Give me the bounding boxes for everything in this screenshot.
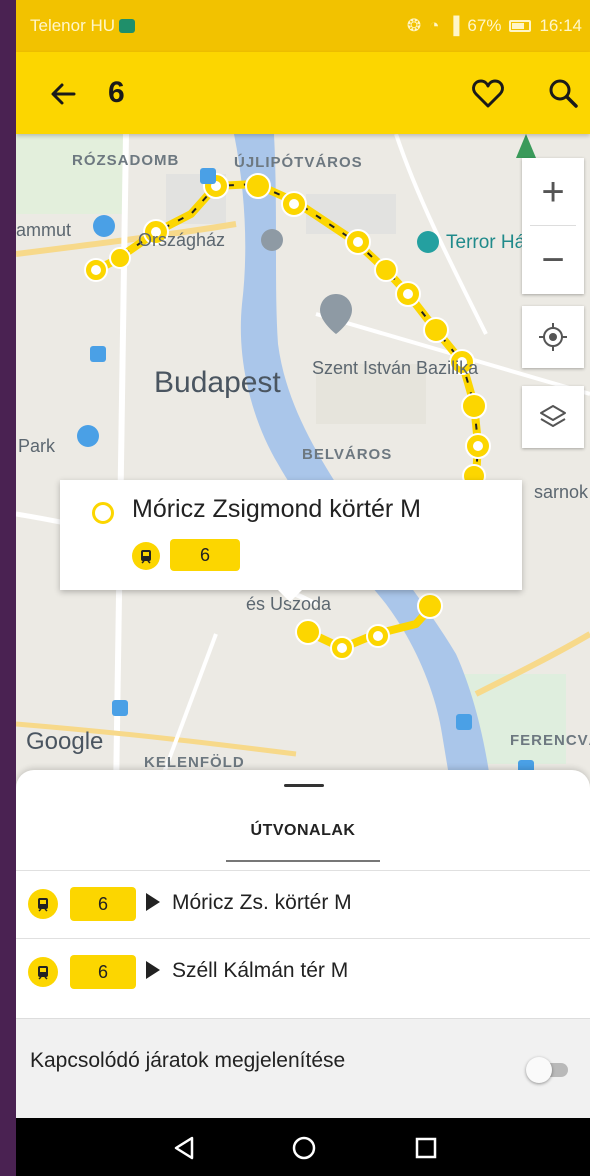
clock: 16:14 xyxy=(539,16,582,35)
back-arrow-icon[interactable] xyxy=(44,74,84,114)
line-badge: 6 xyxy=(70,887,136,921)
battery-percent: 67% xyxy=(467,16,502,35)
carrier-label: Telenor HU xyxy=(30,16,136,36)
wifi-icon: ◔ xyxy=(429,16,440,35)
screenshot-frame: Telenor HU ❂ ◔ ▐ 67% 16:14 6 RÓZSADOMB Ú… xyxy=(0,0,590,1176)
connections-toggle-row[interactable]: Kapcsolódó járatok megjelenítése xyxy=(16,1018,590,1118)
map-label-orszaghaz: Országház xyxy=(138,230,226,250)
sheet-handle[interactable] xyxy=(284,784,324,787)
sim-icon xyxy=(119,19,136,33)
route-destination: Móricz Zs. körtér M xyxy=(172,891,352,914)
map-label-mammut: ammut xyxy=(16,220,72,240)
line-badge: 6 xyxy=(70,955,136,989)
google-logo: Google xyxy=(26,728,104,755)
direction-arrow-icon xyxy=(146,961,160,979)
map-label-bazilika: Szent István Bazilika xyxy=(312,358,479,378)
route-item[interactable]: 6 Széll Kálmán tér M xyxy=(16,938,590,1006)
toggle-knob[interactable] xyxy=(526,1057,552,1083)
map-label-kelenfold: KELENFÖLD xyxy=(144,754,245,771)
layers-button[interactable] xyxy=(522,386,584,448)
tab-indicator xyxy=(226,860,380,862)
vibrate-icon: ❂ xyxy=(406,16,422,35)
nav-home-icon[interactable] xyxy=(286,1130,322,1166)
crosshair-icon xyxy=(539,323,567,351)
layers-icon xyxy=(540,405,566,427)
app-bar: 6 xyxy=(16,52,590,134)
search-icon[interactable] xyxy=(544,74,584,114)
map-label-budapest: Budapest xyxy=(154,366,281,399)
nav-back-icon[interactable] xyxy=(166,1130,202,1166)
my-location-button[interactable] xyxy=(522,306,584,368)
stop-popup[interactable]: Móricz Zsigmond körtér M 6 xyxy=(60,480,522,602)
map-label-sarnok: sarnok xyxy=(534,482,589,502)
page-title: 6 xyxy=(108,76,125,109)
stop-name: Móricz Zsigmond körtér M xyxy=(132,495,421,523)
tram-icon xyxy=(28,957,58,987)
map-label-rozsadomb: RÓZSADOMB xyxy=(72,152,180,169)
zoom-out-button[interactable]: − xyxy=(522,226,584,294)
nav-recents-icon[interactable] xyxy=(408,1130,444,1166)
map-label-park: Park xyxy=(18,436,56,456)
signal-icon: ▐ xyxy=(447,16,460,35)
direction-arrow-icon xyxy=(146,893,160,911)
connections-toggle-label: Kapcsolódó járatok megjelenítése xyxy=(30,1049,346,1072)
map-view[interactable]: RÓZSADOMB ÚJLIPÓTVÁROS ammut Országház T… xyxy=(16,134,590,794)
zoom-controls: + − xyxy=(522,158,584,294)
map-label-ujlipotvaros: ÚJLIPÓTVÁROS xyxy=(234,154,363,171)
battery-icon xyxy=(509,20,532,32)
routes-tab-label: ÚTVONALAK xyxy=(250,822,356,839)
system-nav-bar xyxy=(16,1118,590,1176)
map-label-belvaros: BELVÁROS xyxy=(302,446,393,463)
stop-ring-icon xyxy=(92,502,114,524)
line-badge: 6 xyxy=(170,539,240,571)
phone-screen: Telenor HU ❂ ◔ ▐ 67% 16:14 6 RÓZSADOMB Ú… xyxy=(16,0,590,1176)
map-label-ferencvaros: FERENCVÁ xyxy=(510,732,590,749)
status-right: ❂ ◔ ▐ 67% 16:14 xyxy=(407,16,582,36)
carrier-text: Telenor HU xyxy=(30,16,116,35)
zoom-in-button[interactable]: + xyxy=(522,158,584,226)
heart-icon[interactable] xyxy=(468,74,508,114)
route-destination: Széll Kálmán tér M xyxy=(172,959,349,982)
tram-icon xyxy=(28,889,58,919)
tram-icon xyxy=(132,542,160,570)
route-item[interactable]: 6 Móricz Zs. körtér M xyxy=(16,870,590,938)
status-bar: Telenor HU ❂ ◔ ▐ 67% 16:14 xyxy=(16,0,590,52)
